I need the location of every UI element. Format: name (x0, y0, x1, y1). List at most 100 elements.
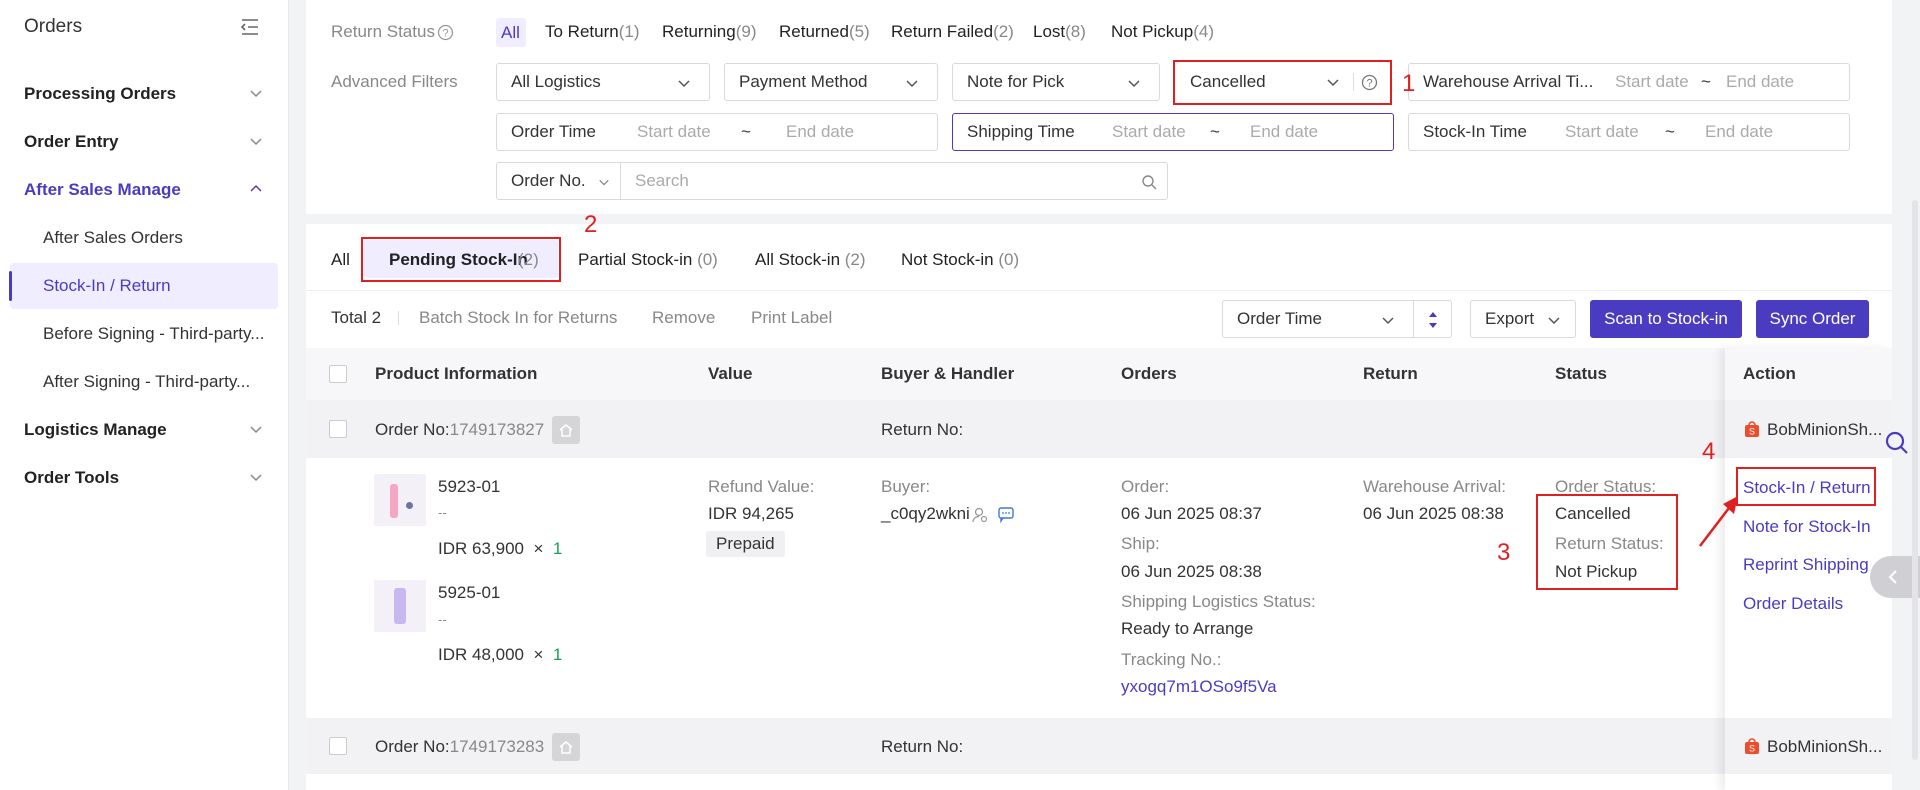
stock-tab-not-stock-in[interactable]: Not Stock-in (0) (901, 250, 1019, 270)
range-label: Order Time (511, 122, 597, 141)
order-details-link[interactable]: Order Details (1743, 594, 1843, 614)
start-date: Start date (1565, 122, 1639, 141)
shop-name: BobMinionSh... (1767, 420, 1883, 439)
search-icon[interactable] (1141, 174, 1157, 190)
warehouse-arrival-range[interactable]: Warehouse Arrival Ti... Start date ~ End da… (1408, 63, 1850, 101)
status-tab-returning[interactable]: Returning(9) (662, 22, 757, 42)
order-date-label: Order: (1121, 477, 1170, 496)
header-value: Value (708, 364, 753, 383)
collapse-menu-icon[interactable] (240, 18, 260, 36)
shopee-shop-icon: S (1745, 421, 1759, 437)
user-icon[interactable] (971, 506, 989, 524)
row-checkbox[interactable] (329, 420, 347, 438)
sidebar-subitem-label: Stock-In / Return (43, 276, 171, 295)
stock-tab-all-stock-in[interactable]: All Stock-in (2) (755, 250, 866, 270)
tracking-number-link[interactable]: yxogq7m1OSo9f5Va (1121, 677, 1277, 697)
stock-tab-all[interactable]: All (331, 250, 350, 270)
sync-order-button[interactable]: Sync Order (1756, 300, 1869, 338)
product-sku: 5925-01 (438, 583, 501, 602)
select-value: Payment Method (739, 72, 868, 91)
product-price: IDR 63,900 × 1 (438, 539, 563, 558)
sidebar-item-after-sales-manage[interactable]: After Sales Manage (0, 168, 289, 212)
header-product-information: Product Information (375, 364, 538, 383)
sidebar-subitem-before-signing[interactable]: Before Signing - Third-party... (10, 311, 278, 357)
range-separator: ~ (741, 122, 751, 141)
reprint-shipping-link[interactable]: Reprint Shipping (1743, 555, 1869, 575)
select-value: Note for Pick (967, 72, 1065, 91)
status-tab-not-pickup[interactable]: Not Pickup(4) (1111, 22, 1214, 42)
annotation-arrow (1699, 496, 1738, 547)
product-variant: -- (438, 612, 447, 627)
order-no: Order No:1749173827 (375, 420, 545, 439)
select-all-checkbox[interactable] (329, 365, 347, 383)
annotation-number-1: 1 (1402, 70, 1416, 97)
shipping-time-range[interactable]: Shipping Time Start date ~ End date (952, 113, 1394, 151)
chevron-down-icon (1128, 80, 1140, 88)
sort-order-toggle[interactable] (1413, 300, 1452, 338)
order-no: Order No:1749173283 (375, 737, 545, 756)
total-count: Total 2 (331, 308, 382, 327)
sidebar-subitem-label: Before Signing - Third-party... (43, 324, 265, 343)
sidebar: Orders Processing Orders Order Entry Aft… (0, 0, 289, 790)
annotation-number-4: 4 (1702, 438, 1716, 465)
search-input[interactable]: Search (620, 162, 1168, 200)
svg-text:S: S (1749, 744, 1755, 754)
product-sku: 5923-01 (438, 477, 501, 496)
divider (398, 311, 399, 325)
range-label: Stock-In Time (1423, 122, 1527, 141)
remove-button[interactable]: Remove (652, 308, 715, 328)
status-tab-to-return[interactable]: To Return(1) (545, 22, 639, 42)
export-button[interactable]: Export (1470, 300, 1576, 338)
sidebar-subitem-after-sales-orders[interactable]: After Sales Orders (10, 215, 278, 261)
sidebar-subitem-stock-in-return[interactable]: Stock-In / Return (9, 263, 278, 309)
logistics-select[interactable]: All Logistics (496, 63, 710, 101)
prepaid-badge: Prepaid (706, 531, 785, 557)
status-tab-returned[interactable]: Returned(5) (779, 22, 870, 42)
status-tab-lost[interactable]: Lost(8) (1033, 22, 1086, 42)
shop-home-icon[interactable] (552, 733, 580, 761)
range-separator: ~ (1210, 122, 1220, 141)
chevron-down-icon (1548, 317, 1560, 325)
search-icon[interactable] (1884, 430, 1910, 456)
sidebar-item-logistics-manage[interactable]: Logistics Manage (0, 408, 289, 452)
product-price: IDR 48,000 × 1 (438, 645, 563, 664)
header-orders: Orders (1121, 364, 1177, 383)
sidebar-item-order-entry[interactable]: Order Entry (0, 120, 289, 164)
shopee-shop-icon: S (1745, 738, 1759, 754)
note-for-stock-in-link[interactable]: Note for Stock-In (1743, 517, 1871, 537)
chevron-down-icon (599, 179, 609, 186)
stock-tab-partial[interactable]: Partial Stock-in (0) (578, 250, 718, 270)
print-label-button[interactable]: Print Label (751, 308, 832, 328)
payment-method-select[interactable]: Payment Method (724, 63, 938, 101)
refund-value: IDR 94,265 (708, 504, 794, 523)
status-tab-return-failed[interactable]: Return Failed(2) (891, 22, 1014, 42)
stock-in-time-range[interactable]: Stock-In Time Start date ~ End date (1408, 113, 1850, 151)
tab-label: All (331, 250, 350, 269)
warehouse-arrival-date: 06 Jun 2025 08:38 (1363, 504, 1504, 523)
chevron-down-icon (678, 80, 690, 88)
buyer-name: _c0qy2wkni (881, 504, 970, 523)
scan-to-stock-in-button[interactable]: Scan to Stock-in (1590, 300, 1742, 338)
sidebar-subitem-after-signing[interactable]: After Signing - Third-party... (10, 359, 278, 405)
sidebar-item-order-tools[interactable]: Order Tools (0, 456, 289, 500)
note-for-pick-select[interactable]: Note for Pick (952, 63, 1160, 101)
help-icon[interactable]: ? (437, 24, 454, 41)
annotation-box-4 (1736, 467, 1876, 506)
order-no-select[interactable]: Order No. (496, 162, 621, 200)
header-return: Return (1363, 364, 1418, 383)
row-checkbox[interactable] (329, 737, 347, 755)
batch-stock-in-button[interactable]: Batch Stock In for Returns (419, 308, 617, 328)
scrollbar[interactable] (1912, 200, 1918, 760)
sort-select[interactable]: Order Time (1222, 300, 1414, 338)
shop-name: BobMinionSh... (1767, 737, 1883, 756)
return-status-label: Return Status (331, 22, 435, 41)
product-image (374, 580, 426, 632)
product-image (374, 474, 426, 526)
annotation-box-1 (1173, 60, 1392, 105)
order-time-range[interactable]: Order Time Start date ~ End date (496, 113, 938, 151)
shop-home-icon[interactable] (552, 416, 580, 444)
status-tab-all[interactable]: All (496, 18, 526, 47)
end-date: End date (786, 122, 855, 141)
sidebar-item-processing-orders[interactable]: Processing Orders (0, 72, 289, 116)
chat-icon[interactable] (997, 505, 1015, 523)
